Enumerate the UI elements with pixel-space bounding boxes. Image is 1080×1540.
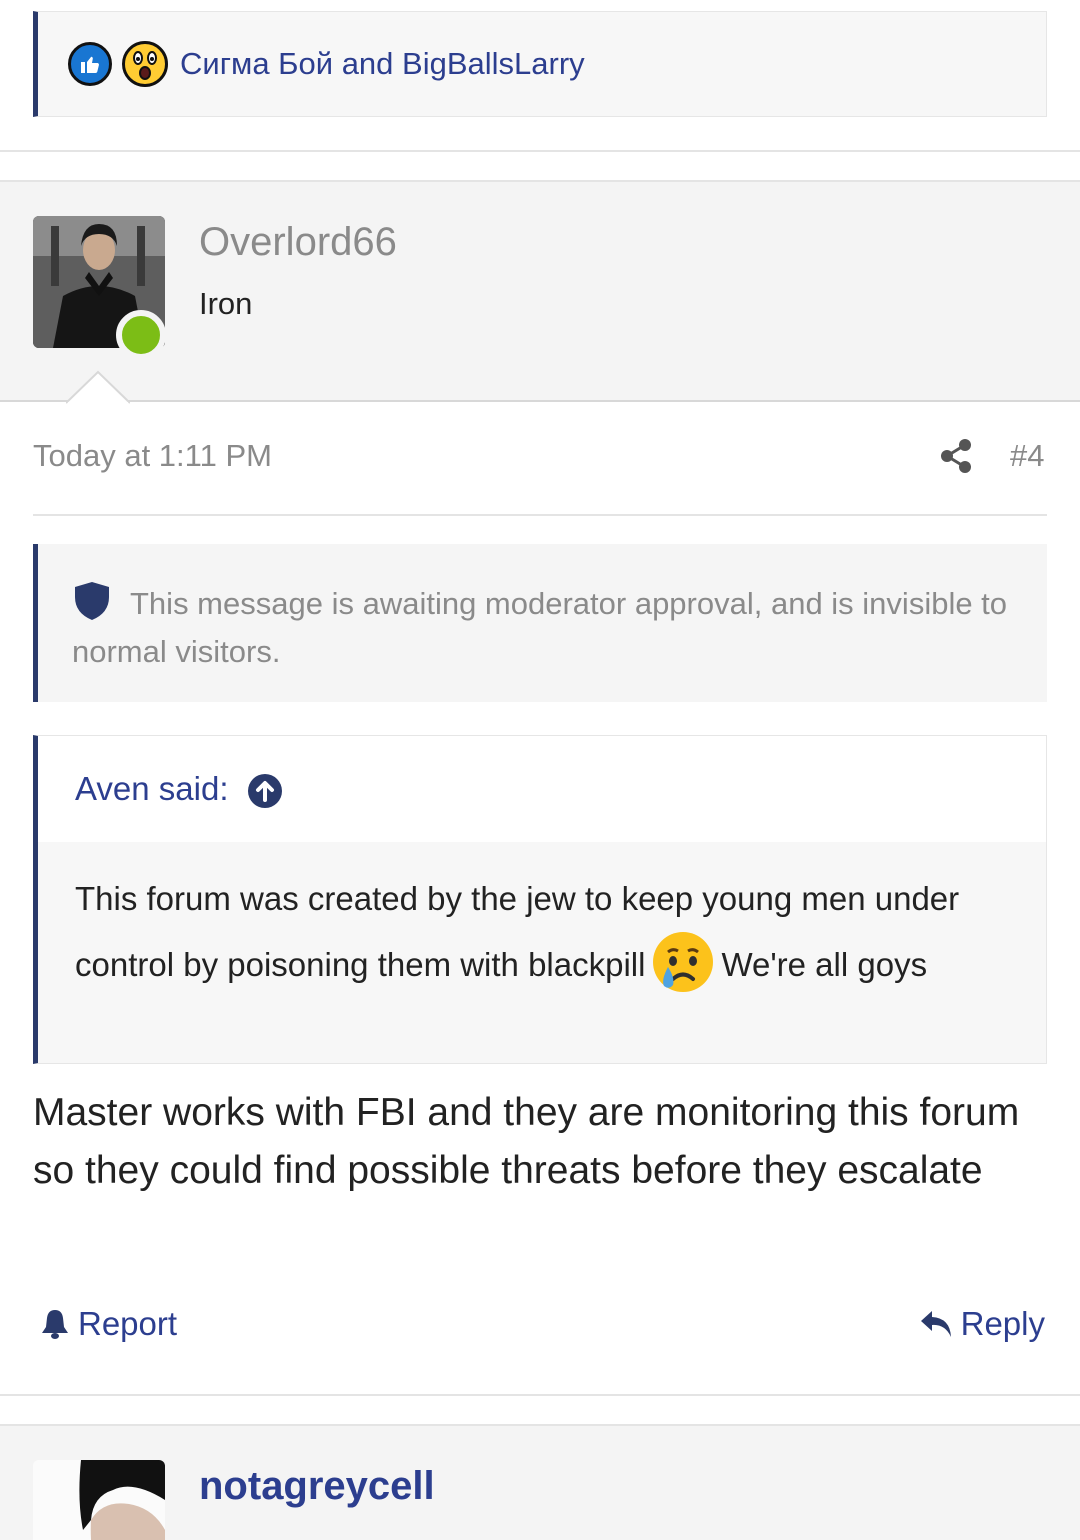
post-author-name[interactable]: notagreycell <box>199 1464 435 1509</box>
header-arrow-notch <box>66 370 130 404</box>
quote-text: This forum was created by the jew to kee… <box>38 842 1046 996</box>
user-title: Iron <box>199 286 253 321</box>
divider <box>33 514 1047 516</box>
quote-block: Aven said: This forum was created by the… <box>33 735 1047 1064</box>
reply-button[interactable]: Reply <box>919 1305 1045 1343</box>
wow-icon <box>122 41 168 87</box>
post-author-name[interactable]: Overlord66 <box>199 220 397 265</box>
post-date[interactable]: Today at 1:11 PM <box>33 438 272 474</box>
reply-label[interactable]: Reply <box>961 1305 1045 1343</box>
report-label[interactable]: Report <box>78 1305 177 1343</box>
post-body: Master works with FBI and they are monit… <box>33 1091 1020 1192</box>
reply-arrow-icon <box>920 1311 951 1337</box>
quote-text-part: We're all goys <box>721 946 928 983</box>
post-author-header: Overlord66 Iron <box>0 180 1080 402</box>
next-post-header: notagreycell <box>0 1424 1080 1540</box>
quote-header[interactable]: Aven said: <box>38 736 1046 842</box>
avatar[interactable] <box>33 1460 165 1540</box>
reactions-bar[interactable]: Сигма Бой and BigBallsLarry <box>33 11 1047 117</box>
report-button[interactable]: Report <box>40 1305 177 1343</box>
shield-icon <box>75 582 109 620</box>
post-number[interactable]: #4 <box>1010 438 1044 474</box>
divider <box>0 150 1080 152</box>
like-icon <box>68 42 112 86</box>
online-status-indicator <box>116 310 166 360</box>
share-icon[interactable] <box>940 438 972 474</box>
reactors-list[interactable]: Сигма Бой and BigBallsLarry <box>180 46 585 82</box>
moderation-notice: This message is awaiting moderator appro… <box>33 544 1047 702</box>
quote-author-label[interactable]: Aven said: <box>75 770 229 808</box>
crying-face-emoji-icon <box>653 932 714 992</box>
bell-icon <box>42 1310 68 1339</box>
divider <box>0 1394 1080 1396</box>
moderation-notice-text: This message is awaiting moderator appro… <box>72 586 1008 669</box>
arrow-up-circle-icon[interactable] <box>247 773 283 809</box>
